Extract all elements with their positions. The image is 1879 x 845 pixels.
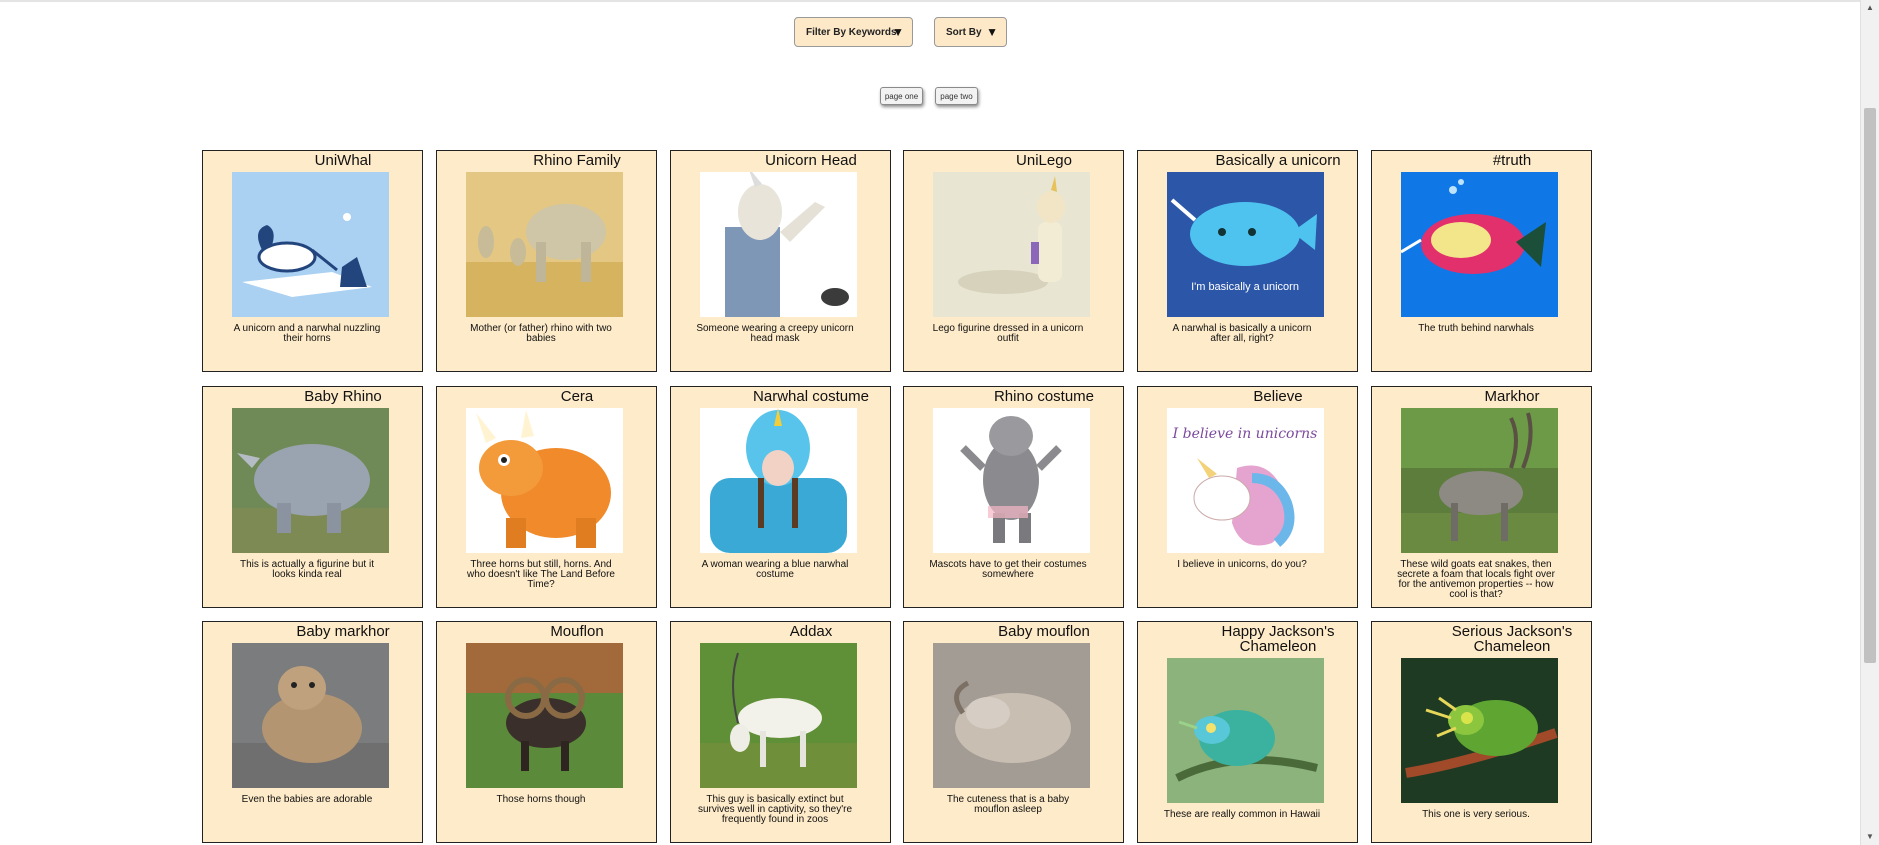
scroll-thumb[interactable] — [1864, 108, 1876, 663]
card-title: Baby mouflon — [998, 623, 1090, 640]
unicorn-mask-image[interactable] — [700, 172, 857, 317]
svg-text:I'm basically a unicorn: I'm basically a unicorn — [1191, 281, 1299, 293]
card-title: Mouflon — [550, 623, 604, 640]
happy-chameleon-image[interactable] — [1167, 658, 1324, 803]
card-description: A narwhal is basically a unicorn after a… — [1172, 323, 1312, 344]
mouflon-image[interactable] — [466, 643, 623, 788]
truth-narwhal-image[interactable] — [1401, 172, 1558, 317]
chevron-down-icon: ▼ — [892, 25, 904, 39]
gallery-card[interactable]: #truth The truth behind narwhals — [1371, 150, 1592, 372]
card-title: Unicorn Head — [765, 152, 857, 169]
gallery-card[interactable]: Serious Jackson's Chameleon This one is … — [1371, 621, 1592, 843]
pagination: page one page two — [0, 87, 1860, 107]
gallery-card[interactable]: Baby mouflon The cuteness that is a baby… — [903, 621, 1124, 843]
card-title: Happy Jackson's Chameleon — [1221, 623, 1335, 655]
viewport: Filter By Keywords ▼ Sort By ▼ page one … — [0, 0, 1860, 845]
rhino-mascot-image[interactable] — [933, 408, 1090, 553]
card-title: Rhino Family — [533, 152, 621, 169]
page-one-button[interactable]: page one — [880, 87, 923, 105]
card-title: UniLego — [1016, 152, 1072, 169]
rhino-family-image[interactable] — [466, 172, 623, 317]
gallery-card[interactable]: Baby Rhino This is actually a figurine b… — [202, 386, 423, 608]
card-description: I believe in unicorns, do you? — [1177, 559, 1307, 570]
triceratops-image[interactable] — [466, 408, 623, 553]
card-description: A woman wearing a blue narwhal costume — [701, 559, 849, 580]
card-description: Even the babies are adorable — [241, 794, 373, 805]
serious-chameleon-image[interactable] — [1401, 658, 1558, 803]
gallery-card[interactable]: Happy Jackson's Chameleon These are real… — [1137, 621, 1358, 843]
gallery-card[interactable]: Narwhal costume A woman wearing a blue n… — [670, 386, 891, 608]
baby-markhor-image[interactable] — [232, 643, 389, 788]
gallery-card[interactable]: UniWhal A unicorn and a narwhal nuzzling… — [202, 150, 423, 372]
gallery-card[interactable]: Addax This guy is basically extinct but … — [670, 621, 891, 843]
gallery-card[interactable]: Baby markhor Even the babies are adorabl… — [202, 621, 423, 843]
card-title: Basically a unicorn — [1215, 152, 1341, 169]
gallery-card[interactable]: Unicorn Head Someone wearing a creepy un… — [670, 150, 891, 372]
page-two-button[interactable]: page two — [935, 87, 978, 105]
card-description: This guy is basically extinct but surviv… — [698, 794, 852, 825]
card-description: This is actually a figurine but it looks… — [240, 559, 374, 580]
card-title: Cera — [560, 388, 594, 405]
card-description: Mascots have to get their costumes somew… — [929, 559, 1087, 580]
gallery-card[interactable]: UniLego Lego figurine dressed in a unico… — [903, 150, 1124, 372]
filter-by-keywords-dropdown[interactable]: Filter By Keywords ▼ — [794, 17, 913, 47]
addax-image[interactable] — [700, 643, 857, 788]
card-title: Baby markhor — [296, 623, 390, 640]
card-title: #truth — [1492, 152, 1532, 169]
card-title: Addax — [789, 623, 833, 640]
narwhal-costume-image[interactable] — [700, 408, 857, 553]
scroll-up-icon[interactable]: ▲ — [1861, 0, 1879, 16]
lego-unicorn-image[interactable] — [933, 172, 1090, 317]
card-description: The truth behind narwhals — [1418, 323, 1534, 334]
card-title: Rhino costume — [993, 388, 1095, 405]
card-description: These wild goats eat snakes, then secret… — [1397, 559, 1555, 600]
believe-unicorn-image[interactable]: I believe in unicorns — [1167, 408, 1324, 553]
card-description: Someone wearing a creepy unicorn head ma… — [696, 323, 854, 344]
card-description: This one is very serious. — [1422, 809, 1530, 820]
gallery-card[interactable]: Markhor These wild goats eat snakes, the… — [1371, 386, 1592, 608]
card-title: Believe — [1253, 388, 1303, 405]
gallery-card[interactable]: Basically a unicorn I'm basically a unic… — [1137, 150, 1358, 372]
card-description: These are really common in Hawaii — [1163, 809, 1321, 820]
card-title: Serious Jackson's Chameleon — [1451, 623, 1573, 655]
card-description: Mother (or father) rhino with two babies — [470, 323, 612, 344]
gallery-card[interactable]: Believe I believe in unicorns I believe … — [1137, 386, 1358, 608]
baby-mouflon-image[interactable] — [933, 643, 1090, 788]
card-description: A unicorn and a narwhal nuzzling their h… — [233, 323, 381, 344]
scroll-down-icon[interactable]: ▼ — [1861, 829, 1879, 845]
controls-bar: Filter By Keywords ▼ Sort By ▼ — [0, 17, 1860, 49]
chevron-down-icon: ▼ — [986, 25, 998, 39]
markhor-image[interactable] — [1401, 408, 1558, 553]
narwhal-cartoon-image[interactable]: I'm basically a unicorn — [1167, 172, 1324, 317]
gallery-card[interactable]: Mouflon Those horns though — [436, 621, 657, 843]
card-title: Baby Rhino — [304, 388, 382, 405]
card-description: Three horns but still, horns. And who do… — [467, 559, 615, 590]
card-title: Narwhal costume — [753, 388, 869, 405]
svg-text:I believe in unicorns: I believe in unicorns — [1172, 426, 1318, 442]
sort-label: Sort By — [946, 26, 982, 38]
vertical-scrollbar[interactable]: ▲ ▼ — [1860, 0, 1879, 845]
gallery-card[interactable]: Rhino Family Mother (or father) rhino wi… — [436, 150, 657, 372]
card-description: The cuteness that is a baby mouflon asle… — [946, 794, 1070, 815]
card-title: UniWhal — [314, 152, 372, 169]
card-description: Lego figurine dressed in a unicorn outfi… — [932, 323, 1084, 344]
filter-label: Filter By Keywords — [806, 26, 897, 38]
baby-rhino-image[interactable] — [232, 408, 389, 553]
unicorn-narwhal-image[interactable] — [232, 172, 389, 317]
gallery-card[interactable]: Rhino costume Mascots have to get their … — [903, 386, 1124, 608]
card-description: Those horns though — [496, 794, 586, 805]
sort-by-dropdown[interactable]: Sort By ▼ — [934, 17, 1007, 47]
gallery-card[interactable]: Cera Three horns but still, horns. And w… — [436, 386, 657, 608]
card-title: Markhor — [1484, 388, 1540, 405]
